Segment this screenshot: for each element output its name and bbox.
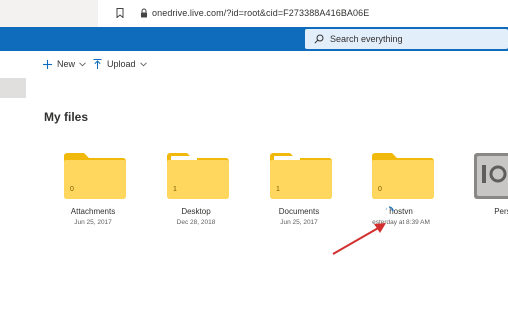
folder-item-count: 0	[378, 186, 382, 193]
plus-icon	[43, 59, 52, 69]
page-title: My files	[44, 110, 89, 124]
files-view: My files 0 Attachments Jun 25, 2017 1 De…	[26, 77, 508, 314]
folder-date: Dec 28, 2018	[176, 219, 216, 226]
chevron-down-icon	[139, 61, 147, 66]
navigation-pane	[0, 51, 27, 314]
vault-name[interactable]: Persona	[466, 207, 508, 216]
folder-item-count: 1	[173, 186, 177, 193]
folder-name[interactable]: Desktop	[151, 207, 241, 216]
browser-tab-area	[0, 0, 98, 27]
command-bar: New Upload	[26, 51, 508, 77]
suite-header: Search everything	[0, 27, 508, 51]
new-button[interactable]: New	[43, 59, 86, 69]
nav-item-selected[interactable]	[0, 78, 26, 98]
url-field[interactable]: onedrive.live.com/?id=root&cid=F273388A4…	[152, 8, 369, 18]
folder-item-count: 1	[276, 186, 280, 193]
search-input[interactable]: Search everything	[305, 29, 508, 49]
personal-vault-tile[interactable]: Persona	[466, 151, 508, 241]
annotation-arrow-icon	[332, 223, 386, 255]
folder-name[interactable]: Attachments	[48, 207, 138, 216]
upload-button-label: Upload	[107, 59, 136, 69]
folder-tile[interactable]: 0 Attachments Jun 25, 2017	[48, 151, 138, 241]
folder-date: Jun 25, 2017	[74, 219, 112, 226]
browser-address-bar: onedrive.live.com/?id=root&cid=F273388A4…	[0, 0, 508, 28]
new-button-label: New	[57, 59, 76, 69]
upload-icon	[93, 59, 102, 69]
search-icon	[314, 34, 324, 44]
folder-item-count: 0	[70, 186, 74, 193]
upload-button[interactable]: Upload	[93, 59, 147, 69]
bookmark-icon[interactable]	[116, 8, 124, 18]
vault-icon	[474, 153, 508, 199]
lock-icon	[141, 8, 147, 18]
search-placeholder: Search everything	[330, 34, 403, 44]
folder-tile[interactable]: 1 Desktop Dec 28, 2018	[151, 151, 241, 241]
chevron-down-icon	[79, 61, 86, 66]
